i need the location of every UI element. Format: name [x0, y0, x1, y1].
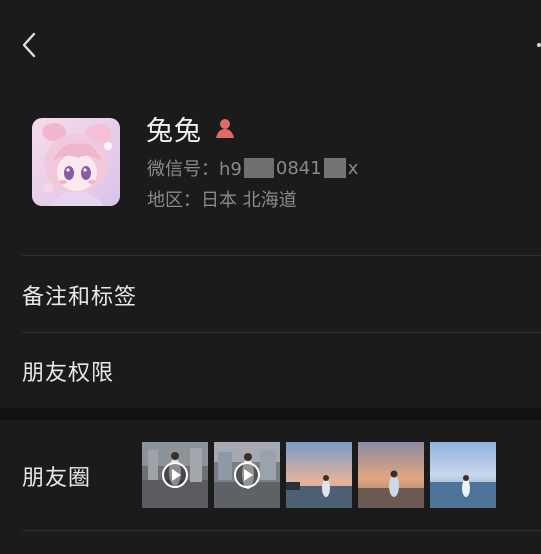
wechat-id-suffix: x [347, 157, 359, 179]
moment-thumbnail[interactable] [430, 442, 496, 508]
section-gap [0, 408, 541, 420]
divider [22, 255, 541, 256]
moments-thumbnails [142, 442, 496, 508]
divider [22, 530, 541, 531]
moment-thumbnail[interactable] [286, 442, 352, 508]
avatar-image [32, 118, 120, 206]
more-vertical-icon [537, 43, 541, 47]
redaction-block [243, 158, 274, 178]
region: 地区：日本 北海道 [147, 190, 297, 211]
contact-name: 兔兔 [146, 115, 202, 147]
moments-label: 朋友圈 [22, 466, 92, 491]
moment-image [358, 442, 424, 508]
name-row: 兔兔 [146, 110, 236, 147]
friend-permissions-row[interactable]: 朋友权限 [0, 334, 541, 408]
moment-image [286, 442, 352, 508]
wechat-id-mid: 0841 [275, 157, 322, 179]
more-button[interactable] [532, 35, 541, 55]
top-bar [0, 0, 541, 90]
divider [22, 332, 541, 333]
wechat-id-prefix: 微信号：h9 [147, 159, 242, 180]
moment-thumbnail[interactable] [358, 442, 424, 508]
chevron-left-icon [22, 32, 36, 58]
remarks-tags-label: 备注和标签 [22, 285, 138, 310]
moments-row[interactable]: 朋友圈 [0, 420, 541, 530]
wechat-id[interactable]: 微信号：h9 0841 x [147, 155, 358, 181]
back-button[interactable] [16, 30, 44, 60]
contact-profile-screen: 兔兔 微信号：h9 0841 x 地区：日本 北海道 备注和标签 朋友权限 朋友… [0, 0, 541, 554]
profile-header: 兔兔 微信号：h9 0841 x 地区：日本 北海道 [0, 100, 541, 250]
female-icon [216, 119, 234, 138]
avatar[interactable] [32, 118, 120, 206]
redaction-block [323, 158, 346, 178]
play-icon [162, 462, 188, 488]
moment-image [430, 442, 496, 508]
moment-thumbnail[interactable] [142, 442, 208, 508]
play-icon [234, 462, 260, 488]
friend-permissions-label: 朋友权限 [22, 361, 115, 386]
moment-thumbnail[interactable] [214, 442, 280, 508]
remarks-tags-row[interactable]: 备注和标签 [0, 258, 541, 332]
